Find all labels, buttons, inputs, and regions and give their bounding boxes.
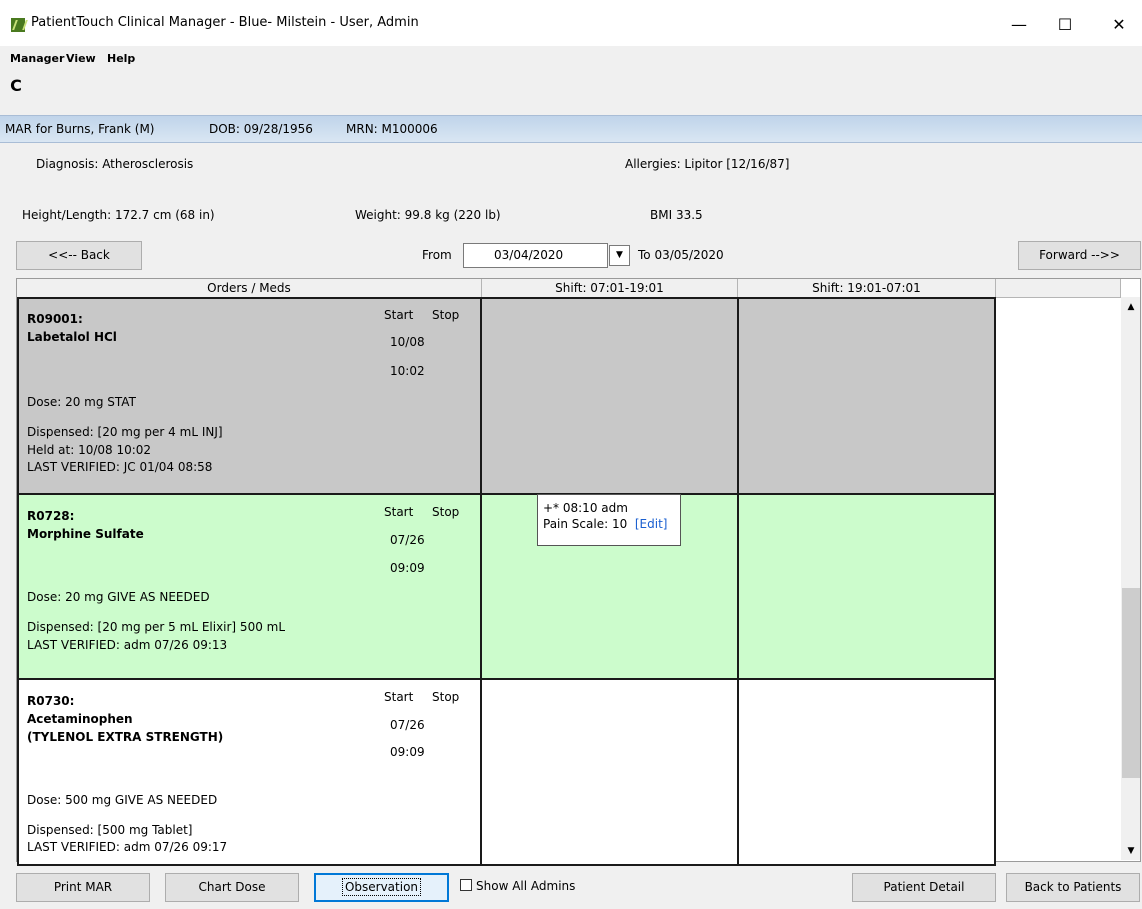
date-dropdown-icon[interactable]: ▼ bbox=[609, 245, 630, 266]
shift-cell-acetaminophen-night[interactable] bbox=[737, 678, 996, 866]
stop-label: Stop bbox=[432, 505, 460, 519]
start-date: 07/26 bbox=[390, 533, 425, 547]
order-dispensed: Dispensed: [20 mg per 4 mL INJ] bbox=[27, 425, 223, 439]
order-med-brand: (TYLENOL EXTRA STRENGTH) bbox=[27, 730, 224, 744]
shift-cell-labetalol-night[interactable] bbox=[737, 297, 996, 495]
admin-time: +* 08:10 adm bbox=[543, 501, 628, 515]
order-med-name: Acetaminophen bbox=[27, 712, 133, 726]
order-dose: Dose: 20 mg GIVE AS NEEDED bbox=[27, 590, 210, 604]
weight-text: Weight: 99.8 kg (220 lb) bbox=[355, 208, 501, 222]
administration-entry[interactable]: +* 08:10 adm Pain Scale: 10 [Edit] bbox=[537, 494, 681, 546]
patient-dob: DOB: 09/28/1956 bbox=[209, 122, 313, 136]
admin-pain-scale: Pain Scale: 10 bbox=[543, 517, 628, 531]
order-last-verified: LAST VERIFIED: adm 07/26 09:13 bbox=[27, 638, 228, 652]
order-held: Held at: 10/08 10:02 bbox=[27, 443, 152, 457]
order-last-verified: LAST VERIFIED: JC 01/04 08:58 bbox=[27, 460, 213, 474]
order-id: R0728: bbox=[27, 509, 75, 523]
shift-cell-labetalol-day[interactable] bbox=[480, 297, 739, 495]
menu-bar: Manager View Help bbox=[0, 46, 1142, 68]
title-bar: PatientTouch Clinical Manager - Blue- Mi… bbox=[0, 0, 1142, 46]
start-time: 09:09 bbox=[390, 561, 425, 575]
back-to-patients-button[interactable]: Back to Patients bbox=[1006, 873, 1140, 902]
scrollbar-thumb[interactable] bbox=[1122, 588, 1140, 778]
menu-view[interactable]: View bbox=[66, 52, 96, 65]
patient-mrn: MRN: M100006 bbox=[346, 122, 438, 136]
order-dose: Dose: 500 mg GIVE AS NEEDED bbox=[27, 793, 218, 807]
column-header-blank bbox=[996, 279, 1121, 298]
back-button[interactable]: <<-- Back bbox=[16, 241, 142, 270]
diagnosis-text: Diagnosis: Atherosclerosis bbox=[36, 157, 194, 171]
order-dispensed: Dispensed: [20 mg per 5 mL Elixir] 500 m… bbox=[27, 620, 286, 634]
minimize-button[interactable]: — bbox=[996, 10, 1042, 40]
start-time: 10:02 bbox=[390, 364, 425, 378]
start-label: Start bbox=[384, 690, 414, 704]
mar-patient-name: MAR for Burns, Frank (M) bbox=[5, 122, 155, 136]
window-title: PatientTouch Clinical Manager - Blue- Mi… bbox=[31, 15, 419, 30]
patient-detail-button[interactable]: Patient Detail bbox=[852, 873, 996, 902]
forward-button[interactable]: Forward -->> bbox=[1018, 241, 1141, 270]
order-med-name: Morphine Sulfate bbox=[27, 527, 144, 541]
column-header-day-shift: Shift: 07:01-19:01 bbox=[482, 279, 738, 298]
close-button[interactable]: ✕ bbox=[1096, 10, 1142, 40]
maximize-button[interactable]: ☐ bbox=[1042, 10, 1088, 40]
order-cell-acetaminophen[interactable] bbox=[17, 678, 482, 866]
checkbox-icon[interactable] bbox=[460, 879, 472, 891]
show-all-admins-checkbox[interactable]: Show All Admins bbox=[460, 879, 575, 893]
patient-banner: MAR for Burns, Frank (M) DOB: 09/28/1956… bbox=[0, 115, 1142, 143]
order-id: R0730: bbox=[27, 694, 75, 708]
menu-help[interactable]: Help bbox=[107, 52, 135, 65]
start-label: Start bbox=[384, 505, 414, 519]
scroll-down-icon[interactable]: ▼ bbox=[1123, 842, 1139, 860]
admin-edit-link[interactable]: [Edit] bbox=[635, 517, 668, 531]
start-date: 07/26 bbox=[390, 718, 425, 732]
order-id: R09001: bbox=[27, 312, 83, 326]
stop-label: Stop bbox=[432, 690, 460, 704]
start-date: 10/08 bbox=[390, 335, 425, 349]
refresh-icon[interactable]: C bbox=[7, 76, 25, 96]
bmi-text: BMI 33.5 bbox=[650, 208, 703, 222]
print-mar-button[interactable]: Print MAR bbox=[16, 873, 150, 902]
order-med-name: Labetalol HCl bbox=[27, 330, 117, 344]
from-date-field[interactable]: 03/04/2020 bbox=[463, 243, 608, 268]
start-time: 09:09 bbox=[390, 745, 425, 759]
to-date-label: To 03/05/2020 bbox=[638, 248, 724, 262]
app-logo-icon bbox=[11, 18, 25, 32]
from-label: From bbox=[422, 248, 452, 262]
stop-label: Stop bbox=[432, 308, 460, 322]
order-last-verified: LAST VERIFIED: adm 07/26 09:17 bbox=[27, 840, 228, 854]
menu-manager[interactable]: Manager bbox=[10, 52, 64, 65]
allergies-text: Allergies: Lipitor [12/16/87] bbox=[625, 157, 790, 171]
observation-button[interactable]: Observation bbox=[314, 873, 449, 902]
height-text: Height/Length: 172.7 cm (68 in) bbox=[22, 208, 215, 222]
chart-dose-button[interactable]: Chart Dose bbox=[165, 873, 299, 902]
order-dose: Dose: 20 mg STAT bbox=[27, 395, 136, 409]
order-dispensed: Dispensed: [500 mg Tablet] bbox=[27, 823, 193, 837]
start-label: Start bbox=[384, 308, 414, 322]
shift-cell-morphine-night[interactable] bbox=[737, 493, 996, 680]
scroll-up-icon[interactable]: ▲ bbox=[1123, 298, 1139, 316]
shift-cell-acetaminophen-day[interactable] bbox=[480, 678, 739, 866]
column-header-orders: Orders / Meds bbox=[17, 279, 482, 298]
column-header-night-shift: Shift: 19:01-07:01 bbox=[738, 279, 996, 298]
